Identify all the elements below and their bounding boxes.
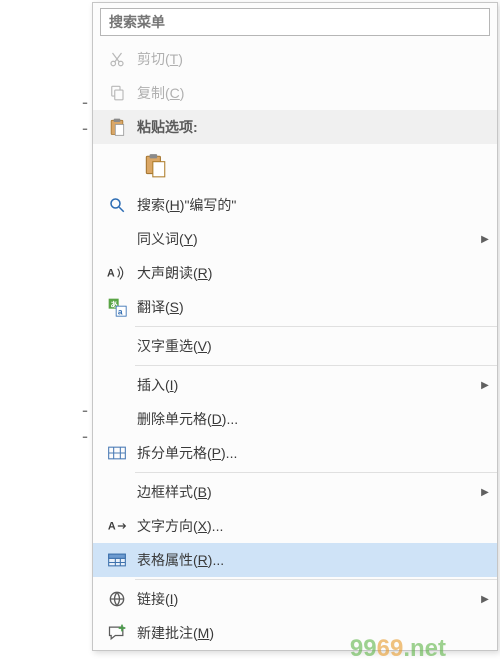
- menu-item-border-styles[interactable]: 边框样式(B) ▶: [93, 475, 497, 509]
- menu-label: 表格属性(R)...: [135, 550, 497, 570]
- svg-text:A: A: [108, 520, 116, 532]
- submenu-arrow-icon: ▶: [473, 234, 497, 245]
- menu-label: 剪切(T): [135, 49, 497, 69]
- menu-separator: [135, 326, 497, 327]
- menu-item-read-aloud[interactable]: A 大声朗读(R): [93, 256, 497, 290]
- menu-item-new-comment[interactable]: 新建批注(M): [93, 616, 497, 650]
- paste-options-header: 粘贴选项:: [93, 110, 497, 144]
- menu-label: 插入(I): [135, 375, 473, 395]
- menu-separator: [135, 365, 497, 366]
- menu-label: 复制(C): [135, 83, 497, 103]
- paste-options-row: [93, 144, 497, 188]
- document-cursor-marks: - - - -: [82, 0, 90, 667]
- menu-label: 链接(I): [135, 589, 473, 609]
- paste-icon: [99, 117, 135, 137]
- menu-label: 同义词(Y): [135, 229, 473, 249]
- submenu-arrow-icon: ▶: [473, 594, 497, 605]
- submenu-arrow-icon: ▶: [473, 380, 497, 391]
- translate-icon: あa: [99, 297, 135, 317]
- link-icon: [99, 589, 135, 609]
- copy-icon: [99, 84, 135, 102]
- context-menu: 剪切(T) 复制(C) 粘贴选项: 搜索(H)"编写的" 同义词(Y) ▶ A: [92, 2, 498, 651]
- menu-label: 拆分单元格(P)...: [135, 443, 497, 463]
- read-aloud-icon: A: [99, 264, 135, 282]
- split-cells-icon: [99, 444, 135, 462]
- menu-search-box: [100, 8, 490, 36]
- paste-options-label: 粘贴选项:: [135, 117, 497, 137]
- menu-separator: [135, 472, 497, 473]
- table-properties-icon: [99, 551, 135, 569]
- paste-keep-source-button[interactable]: [137, 148, 173, 184]
- menu-label: 删除单元格(D)...: [135, 409, 497, 429]
- menu-item-link[interactable]: 链接(I) ▶: [93, 582, 497, 616]
- new-comment-icon: [99, 623, 135, 643]
- search-icon: [99, 196, 135, 214]
- menu-item-copy: 复制(C): [93, 76, 497, 110]
- menu-item-split-cells[interactable]: 拆分单元格(P)...: [93, 436, 497, 470]
- menu-item-search[interactable]: 搜索(H)"编写的": [93, 188, 497, 222]
- menu-label: 文字方向(X)...: [135, 516, 497, 536]
- menu-label: 新建批注(M): [135, 623, 497, 643]
- menu-item-reconvert[interactable]: 汉字重选(V): [93, 329, 497, 363]
- menu-item-text-direction[interactable]: A 文字方向(X)...: [93, 509, 497, 543]
- menu-label: 大声朗读(R): [135, 263, 497, 283]
- submenu-arrow-icon: ▶: [473, 487, 497, 498]
- cut-icon: [99, 50, 135, 68]
- menu-label: 翻译(S): [135, 297, 497, 317]
- menu-label: 搜索(H)"编写的": [135, 195, 497, 215]
- menu-search-input[interactable]: [101, 9, 489, 35]
- menu-item-insert[interactable]: 插入(I) ▶: [93, 368, 497, 402]
- menu-label: 边框样式(B): [135, 482, 473, 502]
- svg-text:a: a: [118, 307, 123, 317]
- menu-item-synonyms[interactable]: 同义词(Y) ▶: [93, 222, 497, 256]
- menu-item-cut: 剪切(T): [93, 42, 497, 76]
- svg-text:A: A: [107, 268, 115, 280]
- menu-label: 汉字重选(V): [135, 336, 497, 356]
- menu-item-delete-cells[interactable]: 删除单元格(D)...: [93, 402, 497, 436]
- text-direction-icon: A: [99, 517, 135, 535]
- menu-item-translate[interactable]: あa 翻译(S): [93, 290, 497, 324]
- menu-separator: [135, 579, 497, 580]
- menu-item-table-properties[interactable]: 表格属性(R)...: [93, 543, 497, 577]
